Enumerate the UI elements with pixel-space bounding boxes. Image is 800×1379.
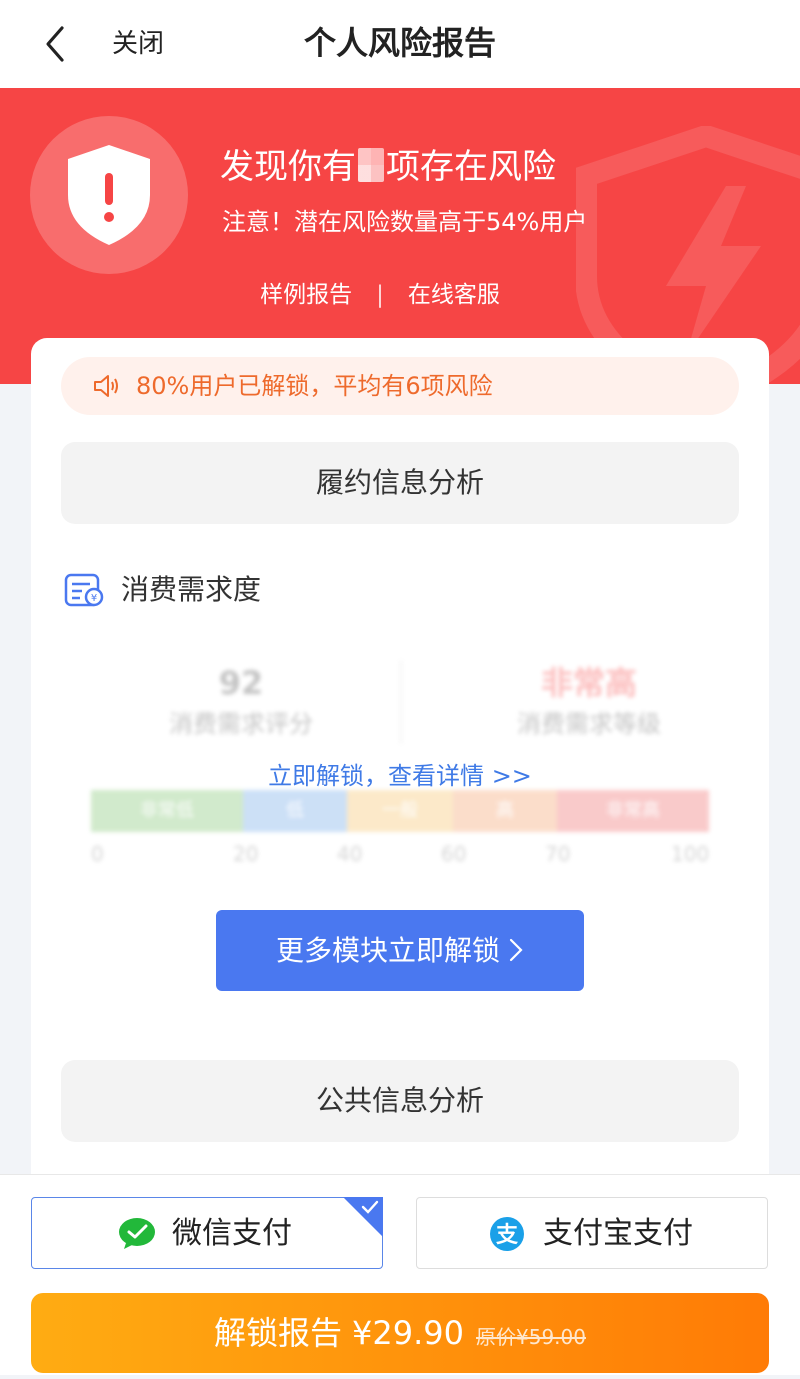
online-service-link[interactable]: 在线客服 — [408, 282, 500, 308]
unlock-more-label: 更多模块立即解锁 — [275, 934, 500, 967]
cta-price: ¥29.90 — [352, 1314, 464, 1352]
alipay-icon: 支 — [490, 1217, 524, 1251]
warning-shield-icon — [30, 116, 188, 274]
score-stat: 92 消费需求评分 — [91, 660, 391, 742]
level-label: 消费需求等级 — [517, 710, 661, 738]
payment-panel: 微信支付 支 支付宝支付 解锁报告 ¥29.90 原价¥59.00 — [0, 1174, 800, 1375]
link-separator: | — [376, 282, 384, 308]
hidden-risk-count — [358, 148, 384, 182]
checkmark-icon — [361, 1200, 379, 1214]
alipay-label: 支付宝支付 — [543, 1216, 693, 1251]
page-title: 个人风险报告 — [303, 24, 496, 62]
band-high: 高 — [453, 790, 557, 832]
unlock-details-link[interactable]: 立即解锁，查看详情 >> — [31, 758, 769, 794]
unlock-notice-text: 80%用户已解锁，平均有6项风险 — [136, 372, 493, 400]
section-performance-info[interactable]: 履约信息分析 — [61, 442, 739, 524]
wechat-pay-option[interactable]: 微信支付 — [31, 1197, 383, 1269]
level-stat: 非常高 消费需求等级 — [439, 660, 739, 742]
level-value: 非常高 — [540, 664, 637, 702]
sample-report-link[interactable]: 样例报告 — [260, 282, 352, 308]
unlock-notice-bar: 80%用户已解锁，平均有6项风险 — [61, 357, 739, 415]
module-title: 消费需求度 — [121, 573, 262, 606]
speaker-icon — [94, 375, 118, 397]
hero-links: 样例报告 | 在线客服 — [0, 278, 760, 312]
section-public-info[interactable]: 公共信息分析 — [61, 1060, 739, 1142]
band-very-high: 非常高 — [557, 790, 709, 832]
svg-text:支: 支 — [496, 1223, 519, 1248]
tick: 100 — [671, 842, 710, 866]
unlock-more-modules-button[interactable]: 更多模块立即解锁 — [216, 910, 584, 991]
wechat-icon — [119, 1218, 155, 1249]
stat-divider — [400, 660, 402, 744]
cta-original-price: 原价¥59.00 — [476, 1325, 586, 1349]
risk-subline: 注意！潜在风险数量高于54%用户 — [222, 208, 588, 236]
headline-prefix: 发现你有 — [220, 147, 356, 187]
nav-bar: 关闭 个人风险报告 — [0, 0, 800, 88]
score-value: 92 — [218, 664, 264, 702]
tick: 40 — [337, 842, 363, 866]
unlock-report-button[interactable]: 解锁报告 ¥29.90 原价¥59.00 — [31, 1293, 769, 1373]
tick: 70 — [545, 842, 571, 866]
chevron-right-icon — [509, 938, 523, 962]
report-card: 80%用户已解锁，平均有6项风险 履约信息分析 ¥ 消费需求度 92 消费需求评… — [31, 338, 769, 1198]
wechat-pay-label: 微信支付 — [172, 1216, 292, 1251]
tick: 60 — [441, 842, 467, 866]
svg-text:¥: ¥ — [91, 593, 97, 604]
band-medium: 一般 — [347, 790, 453, 832]
locked-module-preview: 92 消费需求评分 非常高 消费需求等级 非常低 低 一般 高 非常高 0 20… — [61, 630, 739, 866]
band-low: 低 — [243, 790, 347, 832]
tick: 0 — [91, 842, 104, 866]
consumption-doc-icon: ¥ — [64, 572, 104, 612]
score-label: 消费需求评分 — [169, 710, 313, 738]
headline-suffix: 项存在风险 — [386, 147, 556, 187]
risk-headline: 发现你有 项存在风险 — [220, 144, 556, 190]
band-very-low: 非常低 — [91, 790, 243, 832]
cta-label: 解锁报告 — [214, 1314, 343, 1352]
alipay-option[interactable]: 支 支付宝支付 — [416, 1197, 768, 1269]
tick: 20 — [233, 842, 259, 866]
